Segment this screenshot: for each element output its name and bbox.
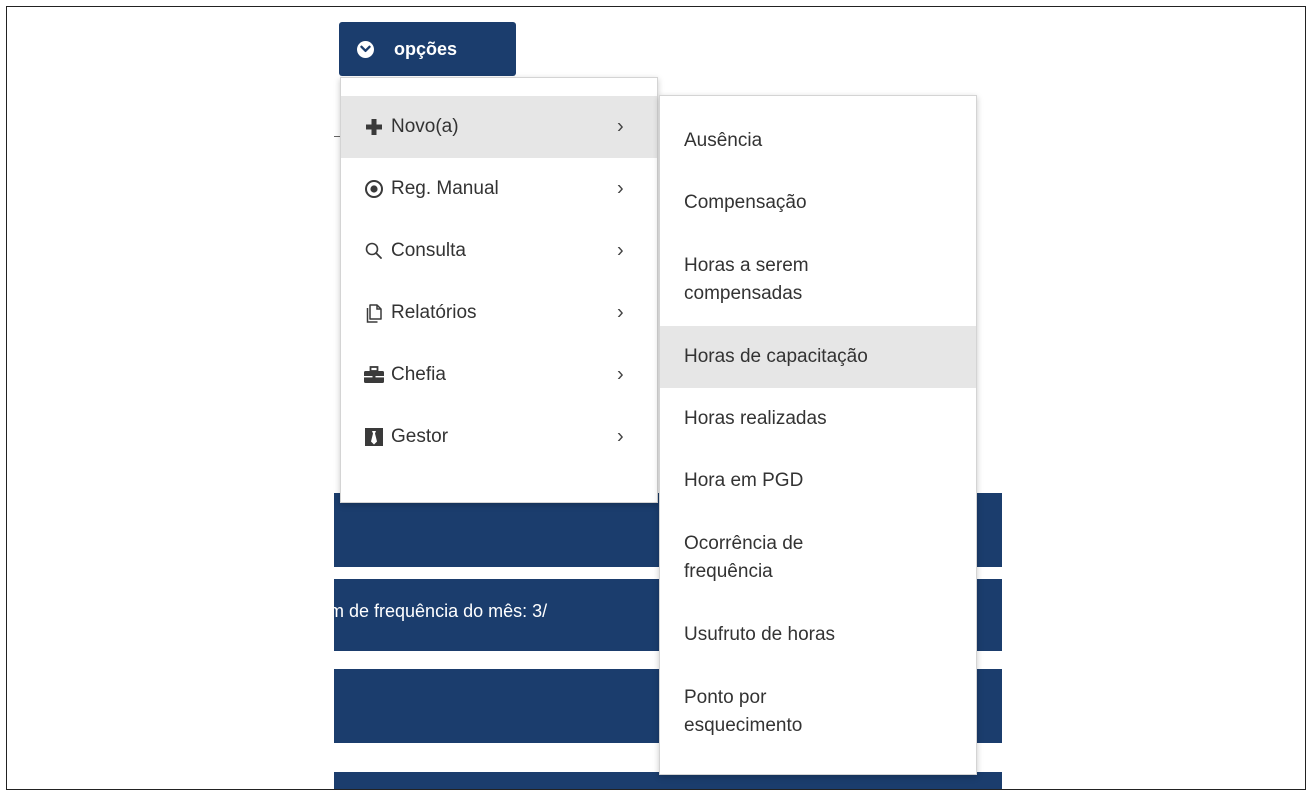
chevron-down-circle-icon	[357, 40, 374, 58]
frequency-title: tim de frequência do mês: 3/	[320, 601, 548, 621]
chevron-right-icon: ›	[617, 363, 624, 386]
chevron-right-icon: ›	[617, 425, 624, 448]
submenu-item-label: Hora em PGD	[684, 470, 804, 491]
submenu-item-ponto-por-esquecimento[interactable]: Ponto por esquecimento	[660, 666, 976, 758]
novo-submenu: Ausência Compensação Horas a serem compe…	[659, 95, 977, 775]
submenu-item-horas-a-serem-compensadas[interactable]: Horas a serem compensadas	[660, 234, 976, 326]
menu-item-reg-manual[interactable]: Reg. Manual ›	[341, 158, 657, 220]
menu-item-novo[interactable]: Novo(a) ›	[341, 96, 657, 158]
documents-icon	[363, 302, 385, 324]
menu-item-gestor[interactable]: Gestor ›	[341, 406, 657, 468]
submenu-item-horas-de-capacitacao[interactable]: Horas de capacitação	[660, 326, 976, 388]
menu-item-chefia[interactable]: Chefia ›	[341, 344, 657, 406]
menu-item-label: Novo(a)	[391, 116, 459, 137]
submenu-item-label: Ocorrência de frequência	[684, 533, 804, 582]
submenu-item-label: Horas realizadas	[684, 408, 827, 429]
submenu-item-ocorrencia-de-frequencia[interactable]: Ocorrência de frequência	[660, 512, 976, 604]
submenu-item-compensacao[interactable]: Compensação	[660, 172, 976, 234]
plus-icon	[363, 116, 385, 138]
submenu-item-ausencia[interactable]: Ausência	[660, 110, 976, 172]
submenu-item-label: Horas a serem compensadas	[684, 255, 809, 304]
tie-icon	[363, 426, 385, 448]
submenu-item-hora-em-pgd[interactable]: Hora em PGD	[660, 450, 976, 512]
menu-item-label: Chefia	[391, 364, 446, 385]
briefcase-icon	[363, 364, 385, 386]
submenu-item-label: Compensação	[684, 192, 807, 213]
chevron-right-icon: ›	[617, 177, 624, 200]
chevron-right-icon: ›	[617, 115, 624, 138]
menu-item-label: Consulta	[391, 240, 466, 261]
submenu-item-label: Ausência	[684, 130, 763, 151]
menu-item-label: Reg. Manual	[391, 178, 499, 199]
search-icon	[363, 240, 385, 262]
submenu-item-label: Horas de capacitação	[684, 346, 868, 367]
screen-frame: tim de frequência do mês: 3/ opções Novo…	[6, 6, 1306, 790]
menu-item-relatorios[interactable]: Relatórios ›	[341, 282, 657, 344]
chevron-right-icon: ›	[617, 239, 624, 262]
submenu-item-label: Ponto por esquecimento	[684, 687, 803, 736]
options-button[interactable]: opções	[339, 22, 516, 76]
options-button-label: opções	[394, 38, 458, 59]
options-menu: Novo(a) › Reg. Manual › Consulta › Relat…	[340, 77, 658, 503]
radio-target-icon	[363, 178, 385, 200]
submenu-item-label: Usufruto de horas	[684, 624, 836, 645]
menu-item-label: Gestor	[391, 426, 449, 447]
menu-item-consulta[interactable]: Consulta ›	[341, 220, 657, 282]
chevron-right-icon: ›	[617, 301, 624, 324]
submenu-item-usufruto-de-horas[interactable]: Usufruto de horas	[660, 604, 976, 666]
submenu-item-horas-realizadas[interactable]: Horas realizadas	[660, 388, 976, 450]
menu-item-label: Relatórios	[391, 302, 477, 323]
